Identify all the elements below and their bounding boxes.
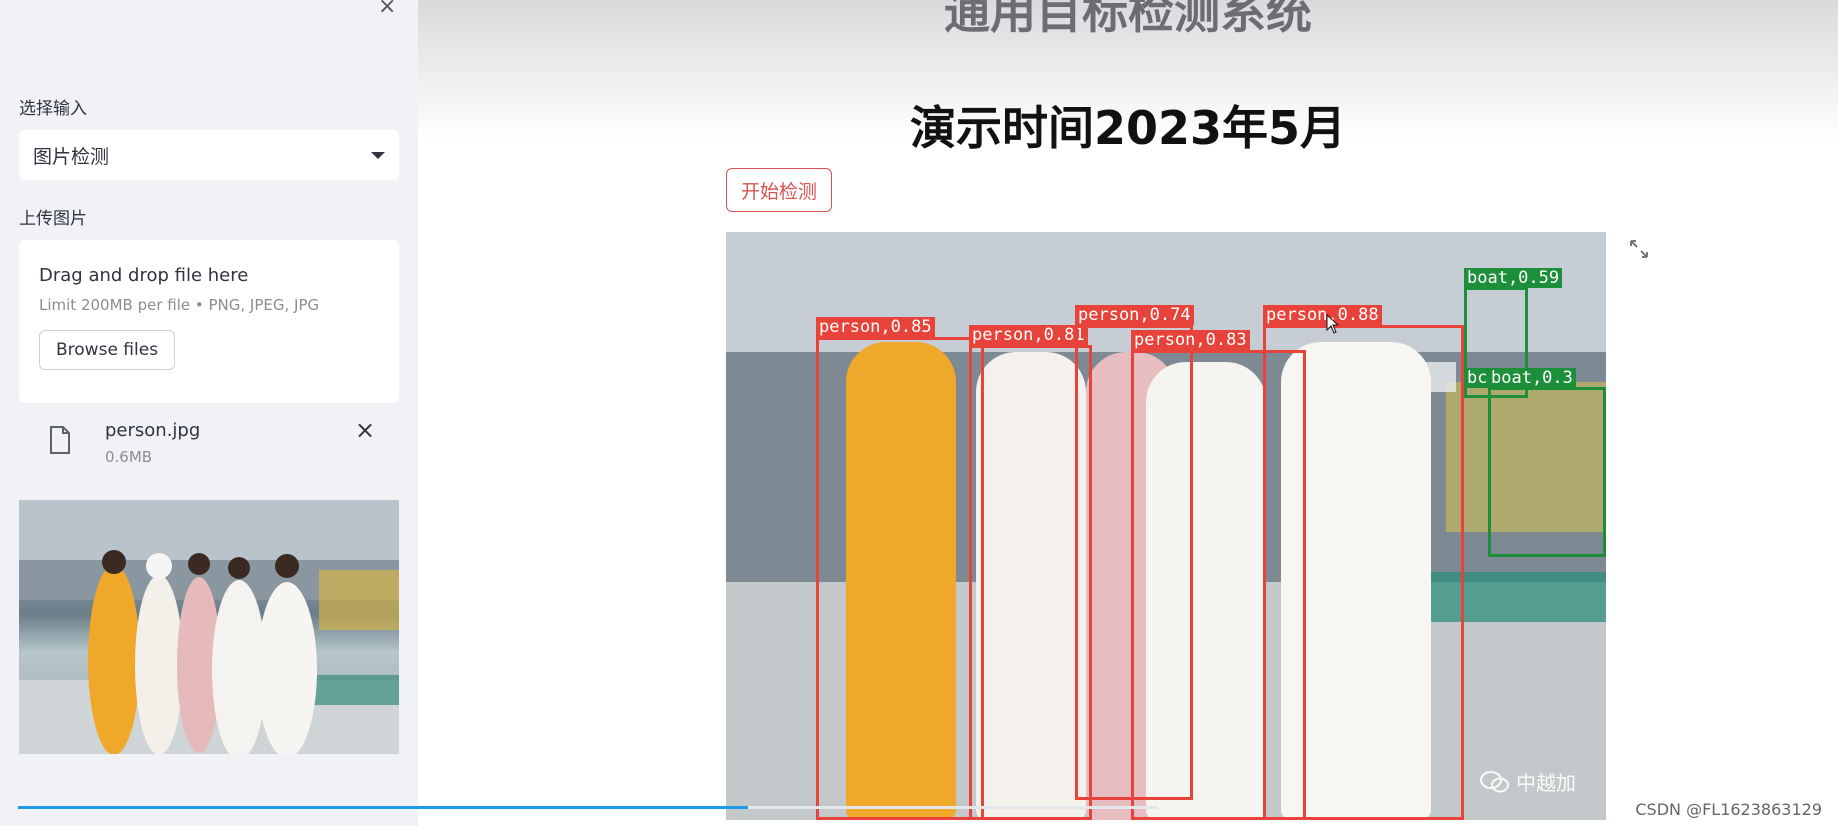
wechat-icon (1480, 770, 1509, 792)
detection-label: person,0.74 (1075, 305, 1194, 325)
detection-label: person,0.88 (1263, 305, 1382, 325)
file-dropzone[interactable]: Drag and drop file here Limit 200MB per … (19, 240, 399, 403)
detection-box (1263, 325, 1464, 820)
detection-box (816, 337, 984, 820)
detection-box (969, 345, 1092, 820)
file-icon (50, 426, 70, 454)
page-subtitle: 演示时间2023年5月 (909, 101, 1347, 155)
browse-files-button[interactable]: Browse files (39, 330, 176, 370)
page-title: 通用目标检测系统 (944, 0, 1312, 39)
mouse-cursor-icon (1326, 314, 1340, 334)
upload-label: 上传图片 (19, 209, 87, 229)
detection-label: boat,0.59 (1464, 268, 1563, 288)
detection-label: person,0.81 (969, 325, 1088, 345)
dropzone-limit: Limit 200MB per file • PNG, JPEG, JPG (39, 296, 320, 314)
image-watermark: 中越加 (1480, 767, 1576, 796)
chevron-down-icon (371, 151, 385, 159)
uploaded-file-row: person.jpg 0.6MB × (19, 410, 399, 476)
detection-label: bc (1464, 368, 1491, 388)
file-size: 0.6MB (105, 448, 153, 466)
csdn-watermark: CSDN @FL1623863129 (1635, 800, 1822, 819)
sidebar: × 选择输入 图片检测 上传图片 Drag and drop file here… (0, 0, 418, 826)
detection-label: person,0.85 (816, 317, 935, 337)
detection-label: person,0.83 (1131, 330, 1250, 350)
start-detection-button[interactable]: 开始检测 (726, 168, 833, 212)
input-select-label: 选择输入 (19, 99, 87, 119)
input-select[interactable]: 图片检测 (19, 130, 399, 180)
detection-result-image: person,0.85 person,0.81 person,0.74 pers… (726, 232, 1606, 820)
uploaded-image-preview (19, 500, 399, 754)
watermark-text: 中越加 (1516, 771, 1576, 795)
input-select-value: 图片检测 (33, 145, 110, 168)
sidebar-close-icon[interactable]: × (378, 0, 396, 19)
progress-bar (18, 806, 748, 809)
expand-icon[interactable] (1628, 238, 1650, 260)
file-name: person.jpg (105, 420, 201, 441)
detection-label: boat,0.3 (1488, 368, 1576, 388)
preview-photo (19, 500, 399, 754)
main-content: 通用目标检测系统 演示时间2023年5月 开始检测 person,0.85 pe… (418, 0, 1838, 826)
detection-box (1488, 387, 1606, 557)
detection-box (1464, 287, 1528, 377)
delete-file-icon[interactable]: × (355, 416, 375, 444)
dropzone-title: Drag and drop file here (39, 265, 249, 286)
